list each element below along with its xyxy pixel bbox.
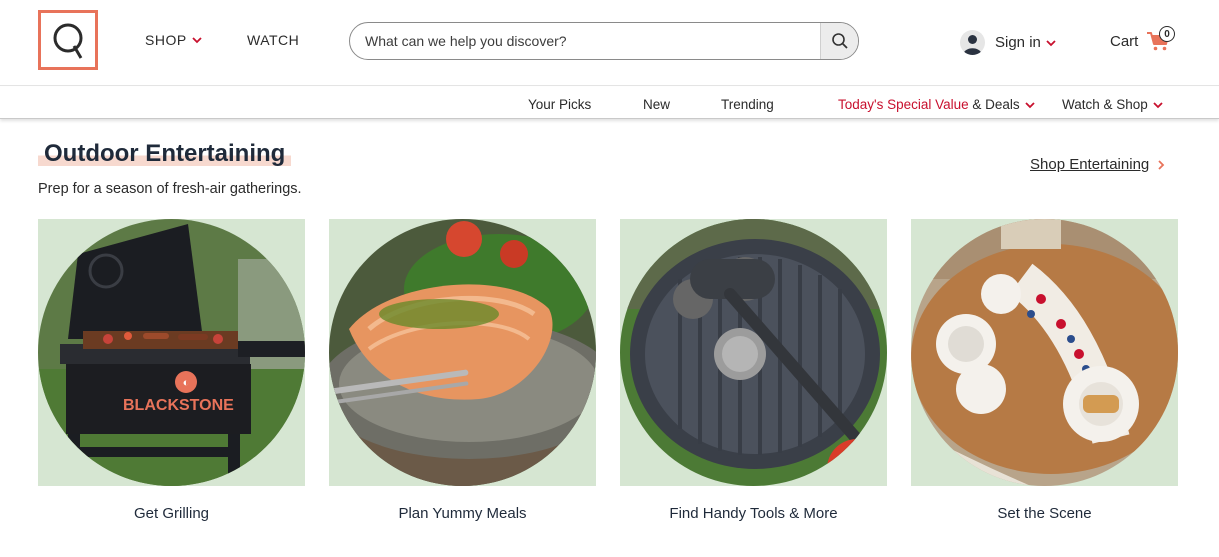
grill-brand-logo: BLACKSTONE (123, 397, 234, 414)
shop-entertaining-link[interactable]: Shop Entertaining (1030, 156, 1165, 173)
qvc-logo[interactable] (38, 10, 98, 70)
svg-text:◐: ◐ (183, 377, 190, 389)
search-button[interactable] (820, 23, 858, 59)
subnav-watch-shop[interactable]: Watch & Shop (1062, 97, 1164, 112)
signin-button[interactable]: Sign in (960, 30, 1057, 55)
subnav-trending[interactable]: Trending (721, 97, 774, 112)
signin-label: Sign in (995, 34, 1041, 51)
subnav-new[interactable]: New (643, 97, 670, 112)
subnav-your-picks[interactable]: Your Picks (528, 97, 591, 112)
sub-navigation: Your Picks New Trending Today's Special … (0, 87, 1219, 119)
logo-icon (53, 23, 83, 59)
tile-caption-set-the-scene[interactable]: Set the Scene (911, 505, 1178, 522)
nav-watch[interactable]: WATCH (247, 32, 299, 48)
subnav-your-picks-label: Your Picks (528, 97, 592, 112)
section-subtitle: Prep for a season of fresh-air gathering… (38, 181, 302, 197)
tile-caption-get-grilling[interactable]: Get Grilling (38, 505, 305, 522)
site-header: SHOP WATCH Sign in Cart (0, 0, 1219, 86)
chevron-down-icon (1046, 39, 1056, 46)
tile-set-the-scene-image[interactable] (911, 219, 1178, 486)
tsv-label: Today's Special Value (838, 97, 969, 112)
user-icon (960, 30, 985, 55)
subnav-trending-label: Trending (721, 97, 774, 112)
chevron-down-icon (1025, 101, 1035, 108)
search-icon (831, 33, 848, 49)
chevron-right-icon (1158, 159, 1165, 170)
subnav-new-label: New (643, 97, 671, 112)
tile-caption-plan-yummy-meals[interactable]: Plan Yummy Meals (329, 505, 596, 522)
deals-label: & Deals (968, 97, 1020, 112)
subnav-todays-special-value[interactable]: Today's Special Value & Deals (838, 97, 1036, 112)
cart-button[interactable]: Cart 0 (1110, 26, 1175, 52)
tile-plan-yummy-meals-image[interactable] (329, 219, 596, 486)
tile-find-handy-tools-image[interactable] (620, 219, 887, 486)
section-title: Outdoor Entertaining (38, 140, 292, 168)
chevron-down-icon (1153, 101, 1163, 108)
tile-caption-find-handy-tools[interactable]: Find Handy Tools & More (620, 505, 887, 522)
nav-watch-label: WATCH (247, 32, 300, 48)
nav-shop[interactable]: SHOP (145, 32, 203, 48)
search-bar (349, 22, 859, 60)
tile-get-grilling-image[interactable]: ◐ BLACKSTONE (38, 219, 305, 486)
cart-count-badge: 0 (1159, 26, 1175, 42)
watch-shop-label: Watch & Shop (1062, 97, 1148, 112)
chevron-down-icon (192, 37, 202, 44)
shop-entertaining-label: Shop Entertaining (1030, 156, 1150, 173)
search-input[interactable] (350, 23, 820, 59)
nav-shop-label: SHOP (145, 32, 187, 48)
cart-label: Cart (1110, 32, 1139, 50)
